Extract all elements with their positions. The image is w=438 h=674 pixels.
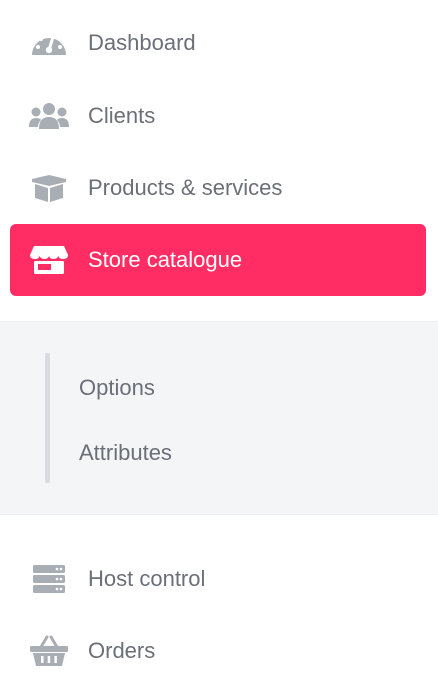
box-icon [28,171,70,205]
nav-item-dashboard[interactable]: Dashboard [10,7,426,79]
submenu-indicator-bar [45,353,50,483]
users-icon [28,99,70,133]
sidebar-nav: Dashboard Clients Products & services St… [0,0,438,674]
nav-label-products-services: Products & services [88,175,283,200]
nav-item-store-catalogue[interactable]: Store catalogue [10,224,426,296]
basket-icon [28,634,70,668]
store-icon [28,243,70,277]
nav-label-dashboard: Dashboard [88,30,196,55]
submenu-item-attributes[interactable]: Attributes [79,440,172,466]
submenu-item-options[interactable]: Options [79,375,155,401]
nav-label-store-catalogue: Store catalogue [88,247,243,272]
nav-item-host-control[interactable]: Host control [10,543,426,615]
nav-label-host-control: Host control [88,566,206,591]
server-icon [28,562,70,596]
nav-item-clients[interactable]: Clients [10,80,426,152]
nav-label-orders: Orders [88,638,156,663]
nav-item-orders[interactable]: Orders [10,615,426,674]
dashboard-gauge-icon [28,26,70,60]
store-catalogue-submenu: Options Attributes [0,321,438,515]
nav-item-products-services[interactable]: Products & services [10,152,426,224]
nav-label-clients: Clients [88,103,156,128]
